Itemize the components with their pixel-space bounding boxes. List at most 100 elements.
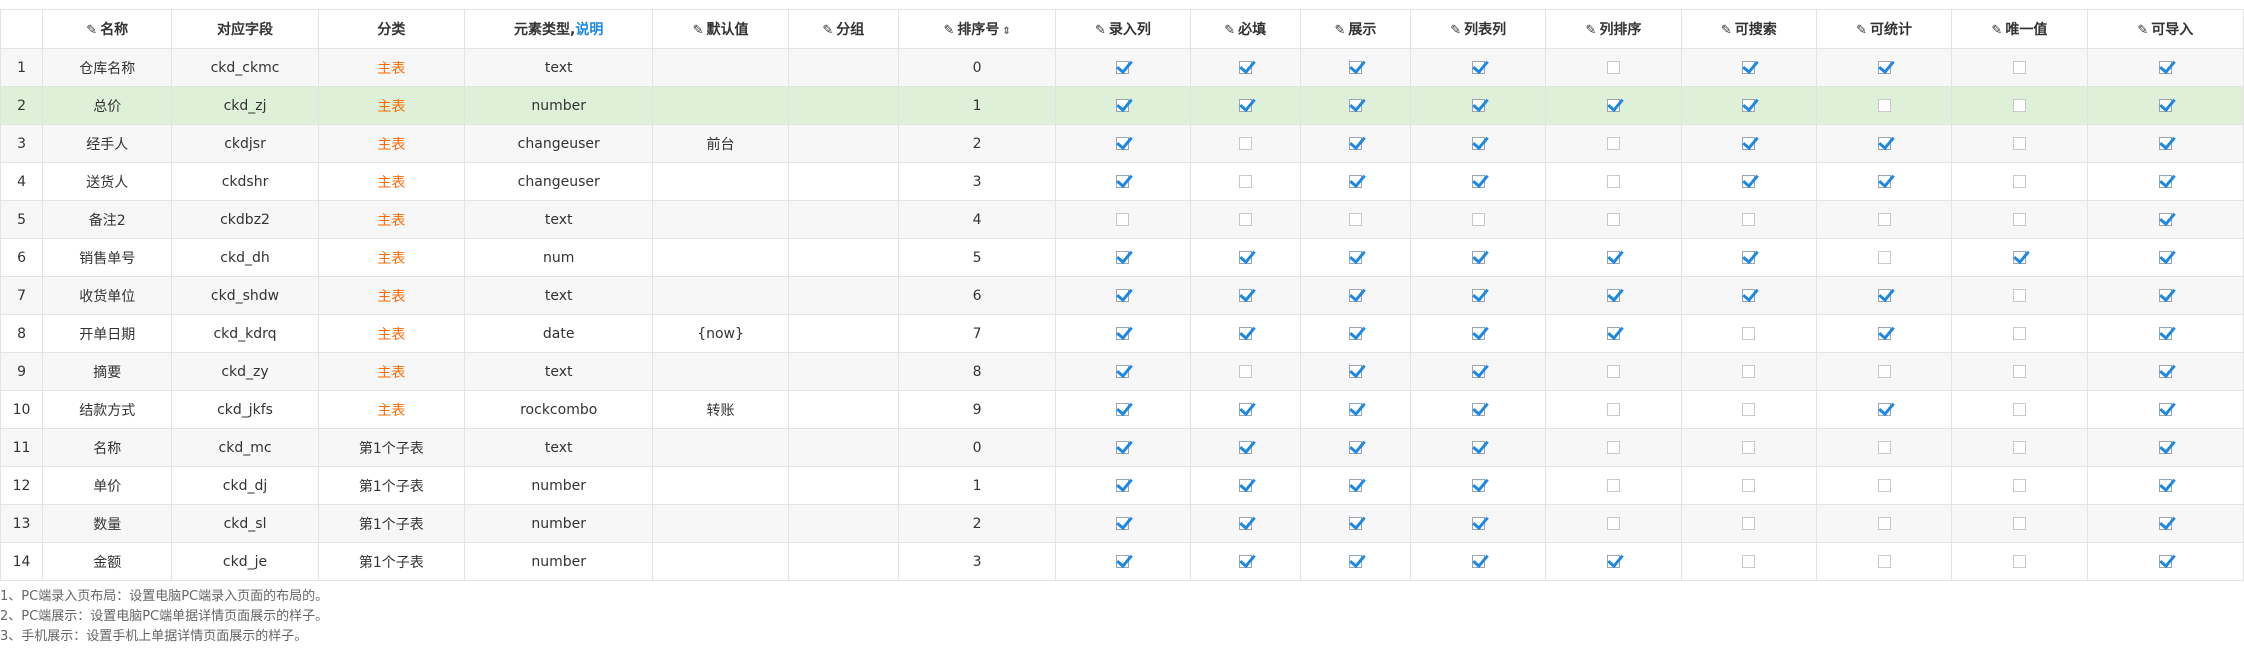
header-group[interactable]: ✎ 分组 [787, 9, 899, 49]
cell-required[interactable] [1189, 352, 1301, 391]
cell-input-col[interactable] [1055, 48, 1191, 87]
table-row[interactable]: 1 仓库名称 ckd_ckmc 主表 text 0 [0, 48, 2244, 87]
cell-input-col[interactable] [1055, 238, 1191, 277]
cell-searchable[interactable] [1680, 238, 1817, 277]
cell-unique[interactable] [1951, 542, 2088, 581]
cell-group[interactable] [787, 200, 899, 239]
cell-name[interactable]: 名称 [42, 428, 173, 467]
display-checkbox-icon[interactable] [1348, 555, 1362, 568]
input-col-checkbox-icon[interactable] [1116, 441, 1130, 454]
cell-importable[interactable] [2086, 200, 2244, 239]
cell-display[interactable] [1299, 428, 1412, 467]
cell-sort-order[interactable]: 7 [897, 314, 1057, 353]
cell-name[interactable]: 金额 [42, 542, 173, 581]
cell-required[interactable] [1189, 542, 1301, 581]
unique-checkbox-icon[interactable] [2012, 61, 2026, 74]
table-row[interactable]: 13 数量 ckd_sl 第1个子表 number 2 [0, 504, 2244, 543]
cell-input-col[interactable] [1055, 124, 1191, 163]
cell-input-col[interactable] [1055, 390, 1191, 429]
cell-name[interactable]: 备注2 [42, 200, 173, 239]
required-checkbox-icon[interactable] [1238, 213, 1252, 226]
header-countable[interactable]: ✎ 可统计 [1815, 9, 1953, 49]
cell-default[interactable] [652, 238, 789, 277]
list-sort-checkbox-icon[interactable] [1606, 517, 1620, 530]
cell-display[interactable] [1299, 352, 1412, 391]
cell-searchable[interactable] [1680, 542, 1817, 581]
table-row[interactable]: 10 结款方式 ckd_jkfs 主表 rockcombo 转账 9 [0, 390, 2244, 429]
cell-required[interactable] [1189, 86, 1301, 125]
cell-countable[interactable] [1815, 352, 1953, 391]
cell-list-sort[interactable] [1545, 200, 1682, 239]
cell-required[interactable] [1189, 238, 1301, 277]
list-sort-checkbox-icon[interactable] [1606, 213, 1620, 226]
cell-countable[interactable] [1815, 276, 1953, 315]
cell-display[interactable] [1299, 200, 1412, 239]
cell-unique[interactable] [1951, 162, 2088, 201]
cell-display[interactable] [1299, 390, 1412, 429]
cell-importable[interactable] [2086, 238, 2244, 277]
cell-list-col[interactable] [1410, 276, 1547, 315]
required-checkbox-icon[interactable] [1238, 137, 1252, 150]
cell-name[interactable]: 数量 [42, 504, 173, 543]
unique-checkbox-icon[interactable] [2012, 555, 2026, 568]
searchable-checkbox-icon[interactable] [1742, 365, 1756, 378]
cell-searchable[interactable] [1680, 504, 1817, 543]
unique-checkbox-icon[interactable] [2012, 517, 2026, 530]
cell-importable[interactable] [2086, 86, 2244, 125]
searchable-checkbox-icon[interactable] [1742, 175, 1756, 188]
cell-required[interactable] [1189, 314, 1301, 353]
cell-group[interactable] [787, 542, 899, 581]
importable-checkbox-icon[interactable] [2158, 441, 2172, 454]
list-col-checkbox-icon[interactable] [1471, 479, 1485, 492]
cell-countable[interactable] [1815, 124, 1953, 163]
cell-countable[interactable] [1815, 162, 1953, 201]
cell-name[interactable]: 经手人 [42, 124, 173, 163]
cell-importable[interactable] [2086, 504, 2244, 543]
sort-updown-icon[interactable]: ⇕ [1002, 26, 1010, 37]
searchable-checkbox-icon[interactable] [1742, 213, 1756, 226]
header-list-col[interactable]: ✎ 列表列 [1410, 9, 1547, 49]
importable-checkbox-icon[interactable] [2158, 213, 2172, 226]
list-col-checkbox-icon[interactable] [1471, 555, 1485, 568]
searchable-checkbox-icon[interactable] [1742, 517, 1756, 530]
cell-required[interactable] [1189, 162, 1301, 201]
cell-sort-order[interactable]: 5 [897, 238, 1057, 277]
cell-list-col[interactable] [1410, 466, 1547, 505]
list-col-checkbox-icon[interactable] [1471, 289, 1485, 302]
cell-input-col[interactable] [1055, 162, 1191, 201]
display-checkbox-icon[interactable] [1348, 517, 1362, 530]
required-checkbox-icon[interactable] [1238, 441, 1252, 454]
input-col-checkbox-icon[interactable] [1116, 99, 1130, 112]
header-input-col[interactable]: ✎ 录入列 [1055, 9, 1191, 49]
searchable-checkbox-icon[interactable] [1742, 61, 1756, 74]
cell-sort-order[interactable]: 3 [897, 542, 1057, 581]
cell-list-col[interactable] [1410, 314, 1547, 353]
cell-unique[interactable] [1951, 48, 2088, 87]
cell-unique[interactable] [1951, 86, 2088, 125]
cell-default[interactable] [652, 276, 789, 315]
header-name[interactable]: ✎ 名称 [42, 9, 173, 49]
list-sort-checkbox-icon[interactable] [1606, 175, 1620, 188]
cell-group[interactable] [787, 238, 899, 277]
cell-display[interactable] [1299, 276, 1412, 315]
table-row[interactable]: 11 名称 ckd_mc 第1个子表 text 0 [0, 428, 2244, 467]
cell-list-col[interactable] [1410, 238, 1547, 277]
cell-searchable[interactable] [1680, 390, 1817, 429]
cell-default[interactable] [652, 352, 789, 391]
cell-searchable[interactable] [1680, 162, 1817, 201]
searchable-checkbox-icon[interactable] [1742, 289, 1756, 302]
countable-checkbox-icon[interactable] [1877, 327, 1891, 340]
cell-searchable[interactable] [1680, 276, 1817, 315]
countable-checkbox-icon[interactable] [1877, 137, 1891, 150]
cell-list-sort[interactable] [1545, 48, 1682, 87]
list-col-checkbox-icon[interactable] [1471, 327, 1485, 340]
cell-unique[interactable] [1951, 124, 2088, 163]
countable-checkbox-icon[interactable] [1877, 403, 1891, 416]
cell-unique[interactable] [1951, 390, 2088, 429]
table-row[interactable]: 7 收货单位 ckd_shdw 主表 text 6 [0, 276, 2244, 315]
cell-name[interactable]: 销售单号 [42, 238, 173, 277]
cell-input-col[interactable] [1055, 200, 1191, 239]
table-row[interactable]: 9 摘要 ckd_zy 主表 text 8 [0, 352, 2244, 391]
display-checkbox-icon[interactable] [1348, 251, 1362, 264]
header-unique[interactable]: ✎ 唯一值 [1951, 9, 2088, 49]
